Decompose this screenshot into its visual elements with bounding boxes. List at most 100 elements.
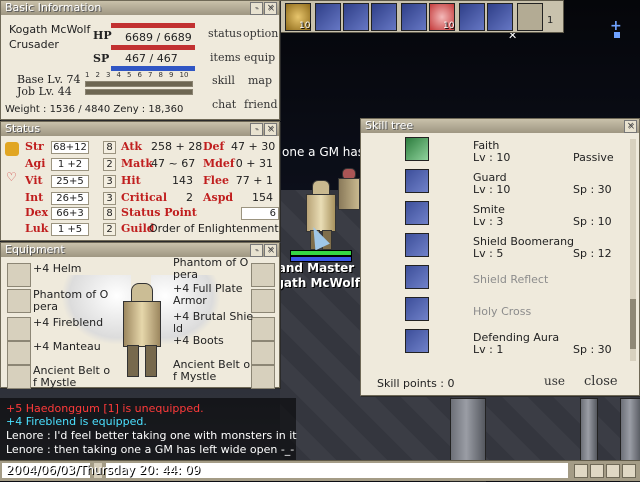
window-title: Status	[5, 122, 41, 135]
stat-value: 1 +2	[51, 158, 89, 171]
skill-icon[interactable]	[405, 201, 429, 225]
skill-level: Lv : 3	[473, 215, 504, 228]
hotkey-slot-4[interactable]	[371, 3, 397, 31]
equip-slot-icon[interactable]	[251, 365, 275, 389]
hotkey-slot-8[interactable]	[487, 3, 513, 31]
menu-friend-button[interactable]: friend	[244, 98, 277, 111]
equip-item-right[interactable]: +4 Boots	[173, 335, 224, 347]
skill-use-button[interactable]: use	[544, 374, 565, 388]
stat-raise-button[interactable]: 8	[103, 141, 116, 154]
hotkey-slot-3[interactable]	[343, 3, 369, 31]
menu-chat-button[interactable]: chat	[212, 98, 236, 111]
scrollbar-thumb[interactable]	[630, 299, 636, 349]
equip-slot-icon[interactable]	[7, 365, 31, 389]
close-button[interactable]: ×	[264, 2, 277, 15]
stat-raise-button[interactable]: 2	[103, 158, 116, 171]
stat-raise-button[interactable]: 8	[103, 207, 116, 220]
equip-item-left[interactable]: +4 Manteau	[33, 341, 101, 353]
skill-tree-window[interactable]: Skill tree × Faith Lv : 10 Passive Guard Lv …	[360, 118, 640, 396]
equip-item-right[interactable]: +4 Full Plate Armor	[173, 283, 243, 307]
skill-level: Lv : 5	[473, 247, 504, 260]
skill-close-button[interactable]: close	[584, 374, 618, 389]
skill-points: Skill points : 0	[377, 377, 455, 390]
skill-scrollbar[interactable]	[630, 139, 636, 361]
equipment-window[interactable]: Equipment - × +4 Helm Phantom of O pera +4…	[0, 242, 280, 389]
stat-raise-button[interactable]: 3	[103, 192, 116, 205]
equip-item-left[interactable]: +4 Fireblend	[33, 317, 103, 329]
stat-label: Atk	[121, 140, 143, 153]
status-window[interactable]: Status - × ♡ Str 68+12 8 Atk 258 + 28 Def 47 +…	[0, 121, 280, 241]
skill-icon[interactable]	[405, 297, 429, 321]
chat-log[interactable]: +5 Haedonggum [1] is unequipped. +4 Fire…	[0, 398, 297, 460]
menu-items-button[interactable]: items	[210, 51, 241, 64]
equip-item-right[interactable]: Phantom of O pera	[173, 257, 248, 281]
skill-level: Lv : 10	[473, 151, 511, 164]
equip-slot-icon[interactable]	[7, 317, 31, 341]
close-button[interactable]: ×	[264, 244, 277, 257]
stat-label: Dex	[25, 206, 49, 219]
equip-slot-icon[interactable]	[251, 263, 275, 287]
skill-row[interactable]: Faith Lv : 10 Passive	[361, 137, 631, 167]
chat-option-button[interactable]	[574, 464, 588, 478]
overhead-chat-text: one a GM has	[282, 145, 364, 159]
hp-value: 6689 / 6689	[125, 31, 192, 44]
chat-option-button[interactable]	[606, 464, 620, 478]
skill-icon[interactable]	[405, 329, 429, 353]
chat-option-button[interactable]	[622, 464, 636, 478]
skill-icon[interactable]	[405, 233, 429, 257]
equipment-titlebar[interactable]: Equipment - ×	[1, 243, 279, 257]
job-level: Job Lv. 44	[17, 85, 72, 98]
equip-item-right[interactable]: Ancient Belt o f Mystle	[173, 359, 250, 383]
menu-status-button[interactable]: status	[208, 27, 242, 40]
basic-information-window[interactable]: Basic Information - × Kogath McWolf Crus…	[0, 0, 280, 120]
minimize-button[interactable]: -	[250, 2, 263, 15]
menu-option-button[interactable]: option	[243, 27, 278, 40]
equip-item-left[interactable]: Phantom of O pera	[33, 289, 108, 313]
equip-slot-icon[interactable]	[7, 289, 31, 313]
hp-bar-bottom	[111, 45, 195, 50]
window-title: Skill tree	[365, 119, 414, 132]
menu-skill-button[interactable]: skill	[212, 74, 235, 87]
stat-value: 1 +5	[51, 223, 89, 236]
basic-information-titlebar[interactable]: Basic Information - ×	[1, 1, 279, 15]
hotkey-slot-7[interactable]	[459, 3, 485, 31]
hotkey-slot-2[interactable]	[315, 3, 341, 31]
close-button[interactable]: ×	[624, 120, 637, 133]
skill-row[interactable]: Holy Cross	[361, 297, 631, 327]
equip-slot-icon[interactable]	[251, 317, 275, 341]
skill-sp-cost: Sp : 12	[573, 247, 612, 260]
skill-icon[interactable]	[405, 265, 429, 289]
stat-raise-button[interactable]: 3	[103, 175, 116, 188]
hotkey-slot-5[interactable]	[401, 3, 427, 31]
skill-icon[interactable]	[405, 169, 429, 193]
scale-tick-label: 6	[137, 71, 142, 79]
equip-item-left[interactable]: +4 Helm	[33, 263, 82, 275]
status-titlebar[interactable]: Status - ×	[1, 122, 279, 136]
hotkey-slot-9[interactable]	[517, 3, 543, 31]
skill-name: Holy Cross	[473, 305, 532, 318]
skill-row[interactable]: Defending Aura Lv : 1 Sp : 30	[361, 329, 631, 359]
other-player[interactable]	[336, 168, 360, 216]
menu-map-button[interactable]: map	[248, 74, 272, 87]
minimize-button[interactable]: -	[250, 123, 263, 136]
equip-slot-icon[interactable]	[7, 263, 31, 287]
equip-item-right[interactable]: +4 Brutal Shie ld	[173, 311, 253, 335]
skill-tree-titlebar[interactable]: Skill tree ×	[361, 119, 639, 133]
equip-slot-icon[interactable]	[251, 289, 275, 313]
chat-option-button[interactable]	[590, 464, 604, 478]
chat-line: +5 Haedonggum [1] is unequipped.	[6, 402, 204, 415]
skill-icon[interactable]	[405, 137, 429, 161]
stat-raise-button[interactable]: 2	[103, 223, 116, 236]
close-button[interactable]: ×	[264, 123, 277, 136]
skill-row[interactable]: Shield Boomerang Lv : 5 Sp : 12	[361, 233, 631, 263]
menu-equip-button[interactable]: equip	[244, 51, 275, 64]
skill-row[interactable]: Smite Lv : 3 Sp : 10	[361, 201, 631, 231]
skill-row[interactable]: Guard Lv : 10 Sp : 30	[361, 169, 631, 199]
stat-value: 0 + 31	[235, 157, 273, 170]
equip-slot-icon[interactable]	[7, 341, 31, 365]
weight-zeny: Weight : 1536 / 4840 Zeny : 18,360	[5, 104, 184, 115]
minimize-button[interactable]: -	[250, 244, 263, 257]
equip-slot-icon[interactable]	[251, 341, 275, 365]
skill-row[interactable]: Shield Reflect	[361, 265, 631, 295]
equip-item-left[interactable]: Ancient Belt o f Mystle	[33, 365, 110, 389]
